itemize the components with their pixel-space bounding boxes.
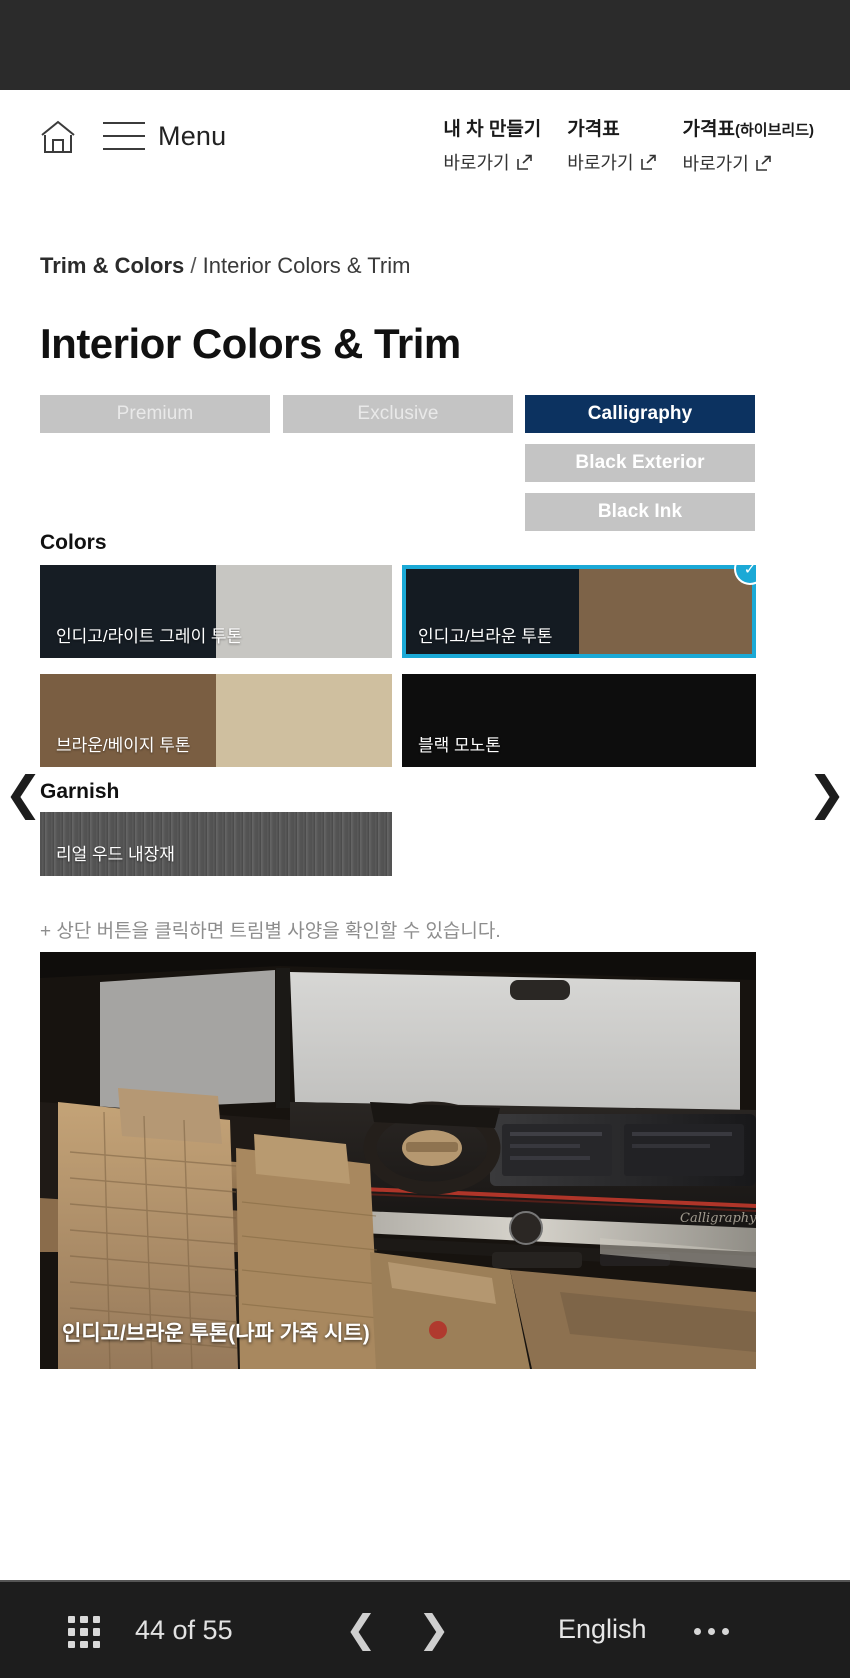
page-title: Interior Colors & Trim xyxy=(40,320,461,367)
home-icon[interactable] xyxy=(39,118,77,156)
quicklink-title: 가격표 xyxy=(567,119,620,140)
quicklink-title: 가격표(하이브리드) xyxy=(682,119,814,140)
svg-text:Calligraphy: Calligraphy xyxy=(680,1211,756,1226)
interior-photo-graphic: Calligraphy xyxy=(40,952,756,1369)
quicklink-go[interactable]: 바로가기 xyxy=(683,150,814,176)
chevron-left-icon: ❮ xyxy=(345,1607,377,1651)
trim-selector: Premium Exclusive Calligraphy Black Exte… xyxy=(0,395,850,535)
swatch-half-right xyxy=(579,565,756,658)
interior-photo: Calligraphy 인디고/브라운 투톤(나파 가죽 시트) xyxy=(40,952,756,1369)
external-link-icon xyxy=(640,154,656,170)
section-title-garnish: Garnish xyxy=(40,780,120,803)
quicklink-go-label: 바로가기 xyxy=(682,154,749,174)
trim-button-premium[interactable]: Premium xyxy=(40,395,270,433)
breadcrumb-root[interactable]: Trim & Colors xyxy=(40,253,184,278)
quicklink-go[interactable]: 바로가기 xyxy=(443,149,541,175)
trim-button-exclusive[interactable]: Exclusive xyxy=(283,395,513,433)
quicklink-price-list[interactable]: 가격표 바로가기 xyxy=(567,118,656,175)
viewer-bottom-bar: 44 of 55 ❮ ❯ English xyxy=(0,1580,850,1678)
garnish-swatch-label: 리얼 우드 내장재 xyxy=(56,845,175,864)
breadcrumb: Trim & Colors / Interior Colors & Trim xyxy=(40,253,410,279)
prev-page-button[interactable]: ❮ xyxy=(345,1608,377,1650)
external-link-icon xyxy=(755,155,771,171)
trim-button-black-ink[interactable]: Black Ink xyxy=(525,493,755,531)
breadcrumb-separator: / xyxy=(190,253,197,278)
quicklink-build-my-car[interactable]: 내 차 만들기 바로가기 xyxy=(443,118,541,175)
breadcrumb-current: Interior Colors & Trim xyxy=(202,253,411,278)
color-swatch-brown-beige[interactable]: 브라운/베이지 투톤 xyxy=(40,674,392,767)
color-swatch-label: 인디고/라이트 그레이 투톤 xyxy=(56,627,243,646)
quicklink-go-label: 바로가기 xyxy=(567,153,634,173)
page-indicator: 44 of 55 xyxy=(135,1615,233,1645)
trim-button-black-exterior[interactable]: Black Exterior xyxy=(525,444,755,482)
quicklink-title-sub: (하이브리드) xyxy=(735,122,814,139)
quicklink-price-list-hybrid[interactable]: 가격표(하이브리드) 바로가기 xyxy=(683,118,814,176)
color-swatch-label: 브라운/베이지 투톤 xyxy=(56,736,191,755)
quicklink-go-label: 바로가기 xyxy=(443,153,510,173)
site-header: Menu 내 차 만들기 바로가기 가격표 바로가기 가격표(하이브리드) 바로… xyxy=(0,90,850,210)
next-page-button[interactable]: ❯ xyxy=(418,1608,450,1650)
color-swatch-indigo-light-grey[interactable]: 인디고/라이트 그레이 투톤 xyxy=(40,565,392,658)
status-bar xyxy=(0,0,850,90)
interior-photo-caption: 인디고/브라운 투톤(나파 가죽 시트) xyxy=(62,1322,370,1345)
grid-menu-icon[interactable] xyxy=(68,1616,100,1648)
trim-button-calligraphy[interactable]: Calligraphy xyxy=(525,395,755,433)
carousel-next-icon[interactable]: ❯ xyxy=(807,770,846,816)
quicklink-title: 내 차 만들기 xyxy=(443,119,542,140)
chevron-right-icon: ❯ xyxy=(418,1607,450,1651)
carousel-prev-icon[interactable]: ❮ xyxy=(4,770,43,816)
language-selector[interactable]: English xyxy=(558,1614,647,1645)
menu-label[interactable]: Menu xyxy=(158,121,226,152)
hamburger-icon[interactable] xyxy=(103,122,145,152)
color-swatch-label: 블랙 모노톤 xyxy=(418,736,501,755)
swatch-half-right xyxy=(216,565,392,658)
color-swatch-indigo-brown[interactable]: 인디고/브라운 투톤 ✓ xyxy=(402,565,756,658)
app-screen: Menu 내 차 만들기 바로가기 가격표 바로가기 가격표(하이브리드) 바로… xyxy=(0,0,850,1678)
note-text: + 상단 버튼을 클릭하면 트림별 사양을 확인할 수 있습니다. xyxy=(40,921,501,942)
color-swatch-black-monotone[interactable]: 블랙 모노톤 xyxy=(402,674,756,767)
swatch-half-right xyxy=(216,674,392,767)
external-link-icon xyxy=(516,154,532,170)
quicklinks: 내 차 만들기 바로가기 가격표 바로가기 가격표(하이브리드) 바로가기 xyxy=(443,118,814,176)
more-options-icon[interactable] xyxy=(694,1628,729,1635)
quicklink-go[interactable]: 바로가기 xyxy=(567,149,656,175)
section-title-colors: Colors xyxy=(40,531,107,554)
color-swatch-label: 인디고/브라운 투톤 xyxy=(418,627,553,646)
garnish-swatch-real-wood[interactable]: 리얼 우드 내장재 xyxy=(40,812,392,876)
